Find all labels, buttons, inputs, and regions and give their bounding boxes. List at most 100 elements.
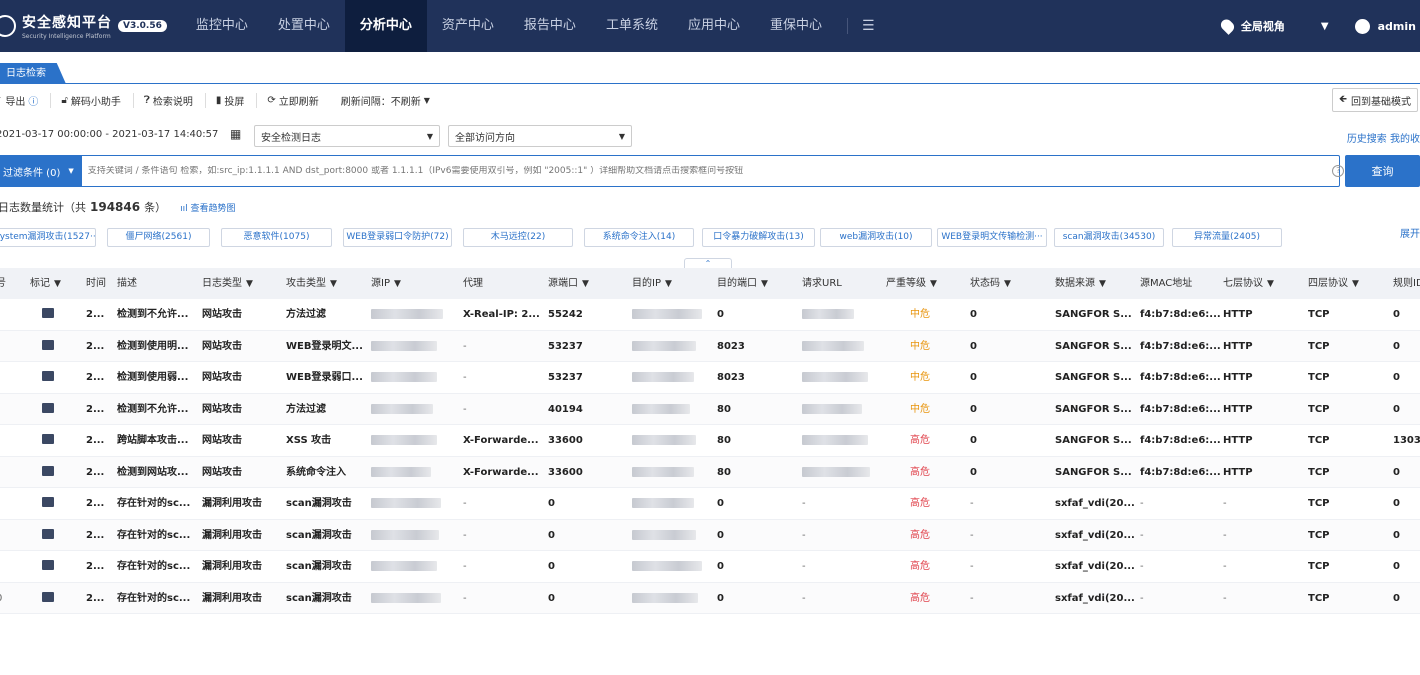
table-row[interactable]: 2... 检测到使用弱... 网站攻击 WEB登录弱口... - 53237 8023 中危 0…: [0, 362, 1420, 394]
nav-monitor[interactable]: 监控中心: [181, 0, 263, 52]
trend-chart-link[interactable]: ııl 查看趋势图: [180, 201, 235, 214]
logo[interactable]: 安全感知平台 Security Intelligence Platform: [0, 12, 112, 40]
col-l7[interactable]: 七层协议 ▼: [1223, 268, 1274, 299]
nav-disposal[interactable]: 处置中心: [263, 0, 345, 52]
table-row[interactable]: 2... 检测到使用明... 网站攻击 WEB登录明文... - 53237 8023 中危 0…: [0, 330, 1420, 362]
tag-icon[interactable]: [42, 560, 54, 570]
cell-desc[interactable]: 检测到不允许...: [117, 299, 188, 330]
chip-category[interactable]: 系统命令注入(14): [584, 228, 694, 247]
mark-cell[interactable]: [42, 583, 54, 614]
mark-cell[interactable]: [42, 457, 54, 488]
user-avatar-icon[interactable]: [1354, 18, 1370, 34]
col-mark[interactable]: 标记 ▼: [30, 268, 61, 299]
chip-category[interactable]: WEB登录明文传输检测···: [937, 228, 1047, 247]
filter-icon[interactable]: ▼: [582, 279, 589, 289]
chip-category[interactable]: system漏洞攻击(1527···: [0, 228, 96, 247]
filter-icon[interactable]: ▼: [665, 279, 672, 289]
table-row[interactable]: -02...存在针对的sc...漏洞利用攻击scan漏洞攻击-00高危-sxfa…: [0, 582, 1420, 614]
table-row[interactable]: 2... 检测到不允许... 网站攻击 方法过滤 - 40194 80 中危 0 SANGFOR …: [0, 393, 1420, 425]
col-time[interactable]: 时间: [86, 268, 106, 299]
screen-cast-button[interactable]: ▮ 投屏: [216, 92, 258, 108]
chip-category[interactable]: 恶意软件(1075): [221, 228, 332, 247]
calendar-icon[interactable]: ▦: [230, 127, 241, 141]
search-help-button[interactable]: ❓︎ 检索说明: [144, 92, 206, 108]
filter-icon[interactable]: ▼: [394, 279, 401, 289]
query-button[interactable]: 查询: [1345, 155, 1420, 187]
mark-cell[interactable]: [42, 299, 54, 330]
filter-icon[interactable]: ▼: [1352, 279, 1359, 289]
col-source[interactable]: 数据来源 ▼: [1055, 268, 1106, 299]
log-type-select[interactable]: 安全检测日志 ▼: [254, 125, 440, 147]
table-row[interactable]: 2... 检测到网站攻... 网站攻击 系统命令注入 X-Forwarde... 3360…: [0, 456, 1420, 488]
tag-icon[interactable]: [42, 402, 54, 413]
cell-desc[interactable]: 检测到网站攻...: [117, 457, 188, 488]
export-button[interactable]: ⇪ 导出 ⓘ: [0, 92, 52, 108]
hamburger-menu-icon[interactable]: ☰: [846, 18, 875, 34]
mark-cell[interactable]: [42, 425, 54, 456]
filter-icon[interactable]: ▼: [330, 279, 337, 289]
refresh-button[interactable]: ⟳ 立即刷新: [267, 93, 330, 108]
filter-icon[interactable]: ▼: [1267, 279, 1274, 289]
chip-category[interactable]: 异常流量(2405): [1172, 228, 1282, 247]
view-selector[interactable]: 全局视角: [1241, 18, 1285, 34]
filter-icon[interactable]: ▼: [1004, 279, 1011, 289]
chip-category[interactable]: web漏洞攻击(10): [820, 228, 932, 247]
direction-select[interactable]: 全部访问方向 ▼: [448, 125, 632, 147]
mark-cell[interactable]: [42, 394, 54, 425]
nav-analysis[interactable]: 分析中心: [344, 0, 427, 52]
chip-category[interactable]: WEB登录弱口令防护(72): [343, 228, 452, 247]
col-src-port[interactable]: 源端口 ▼: [548, 268, 589, 299]
tag-icon[interactable]: [42, 528, 54, 539]
mark-cell[interactable]: [42, 520, 54, 551]
cell-desc[interactable]: 存在针对的sc...: [117, 520, 190, 551]
cell-desc[interactable]: 跨站脚本攻击...: [117, 425, 188, 456]
col-dst-port[interactable]: 目的端口 ▼: [717, 268, 768, 299]
chip-category[interactable]: 木马远控(22): [463, 228, 573, 247]
tag-icon[interactable]: [42, 497, 54, 507]
col-log-type[interactable]: 日志类型 ▼: [202, 268, 253, 299]
table-row[interactable]: -2... 存在针对的sc... 漏洞利用攻击 scan漏洞攻击 -0 0 高危 - sxfaf…: [0, 551, 1420, 583]
tag-icon[interactable]: [42, 465, 54, 476]
tag-icon[interactable]: [42, 591, 54, 602]
caret-down-icon[interactable]: ▼: [1321, 21, 1329, 32]
col-severity[interactable]: 严重等级 ▼: [886, 268, 937, 299]
tag-icon[interactable]: [42, 339, 54, 350]
col-status[interactable]: 状态码 ▼: [970, 268, 1011, 299]
filter-icon[interactable]: ▼: [246, 279, 253, 289]
table-row[interactable]: 2... 检测到不允许... 网站攻击 方法过滤 X-Real-IP: 2... 5524…: [0, 299, 1420, 331]
cell-desc[interactable]: 存在针对的sc...: [117, 488, 190, 519]
cell-desc[interactable]: 存在针对的sc...: [117, 551, 190, 582]
info-icon[interactable]: ⓘ: [28, 93, 38, 108]
table-row[interactable]: 2... 跨站脚本攻击... 网站攻击 XSS 攻击 X-Forwarde... 3360…: [0, 425, 1420, 457]
username[interactable]: admin: [1378, 20, 1416, 33]
table-row[interactable]: -2... 存在针对的sc... 漏洞利用攻击 scan漏洞攻击 -0 0 高危 - sxfaf…: [0, 519, 1420, 551]
back-to-basic-button[interactable]: 🡸 回到基础模式: [1331, 88, 1418, 112]
search-help-icon[interactable]: ?: [1332, 165, 1345, 177]
tag-icon[interactable]: [42, 308, 54, 318]
tag-icon[interactable]: [42, 371, 54, 381]
filter-icon[interactable]: ▼: [54, 279, 61, 289]
filter-icon[interactable]: ▼: [930, 279, 937, 289]
history-search-link[interactable]: 历史搜索 我的收: [1347, 130, 1420, 145]
cell-desc[interactable]: 存在针对的sc...: [117, 583, 190, 614]
chip-category[interactable]: 僵尸网络(2561): [107, 228, 210, 247]
cell-desc[interactable]: 检测到使用明...: [117, 331, 188, 362]
cell-desc[interactable]: 检测到不允许...: [117, 394, 188, 425]
cell-desc[interactable]: 检测到使用弱...: [117, 362, 188, 393]
filter-conditions-dropdown[interactable]: 过滤条件 (0) ▼: [0, 156, 82, 186]
filter-icon[interactable]: ▼: [761, 279, 768, 289]
mark-cell[interactable]: [42, 551, 54, 582]
filter-icon[interactable]: ▼: [1099, 279, 1106, 289]
tab-log-search[interactable]: 日志检索: [0, 63, 66, 84]
chip-category[interactable]: scan漏洞攻击(34530): [1054, 228, 1164, 247]
col-attack-type[interactable]: 攻击类型 ▼: [286, 268, 337, 299]
nav-assets[interactable]: 资产中心: [427, 0, 509, 52]
tag-icon[interactable]: [42, 434, 54, 444]
col-dst-ip[interactable]: 目的IP ▼: [632, 268, 672, 299]
nav-protection[interactable]: 重保中心: [755, 0, 837, 52]
chip-category[interactable]: 口令暴力破解攻击(13): [702, 228, 815, 247]
decode-helper-button[interactable]: 🔓︎ 解码小助手: [61, 92, 134, 108]
mark-cell[interactable]: [42, 331, 54, 362]
col-l4[interactable]: 四层协议 ▼: [1308, 268, 1359, 299]
search-input[interactable]: [81, 166, 1333, 176]
